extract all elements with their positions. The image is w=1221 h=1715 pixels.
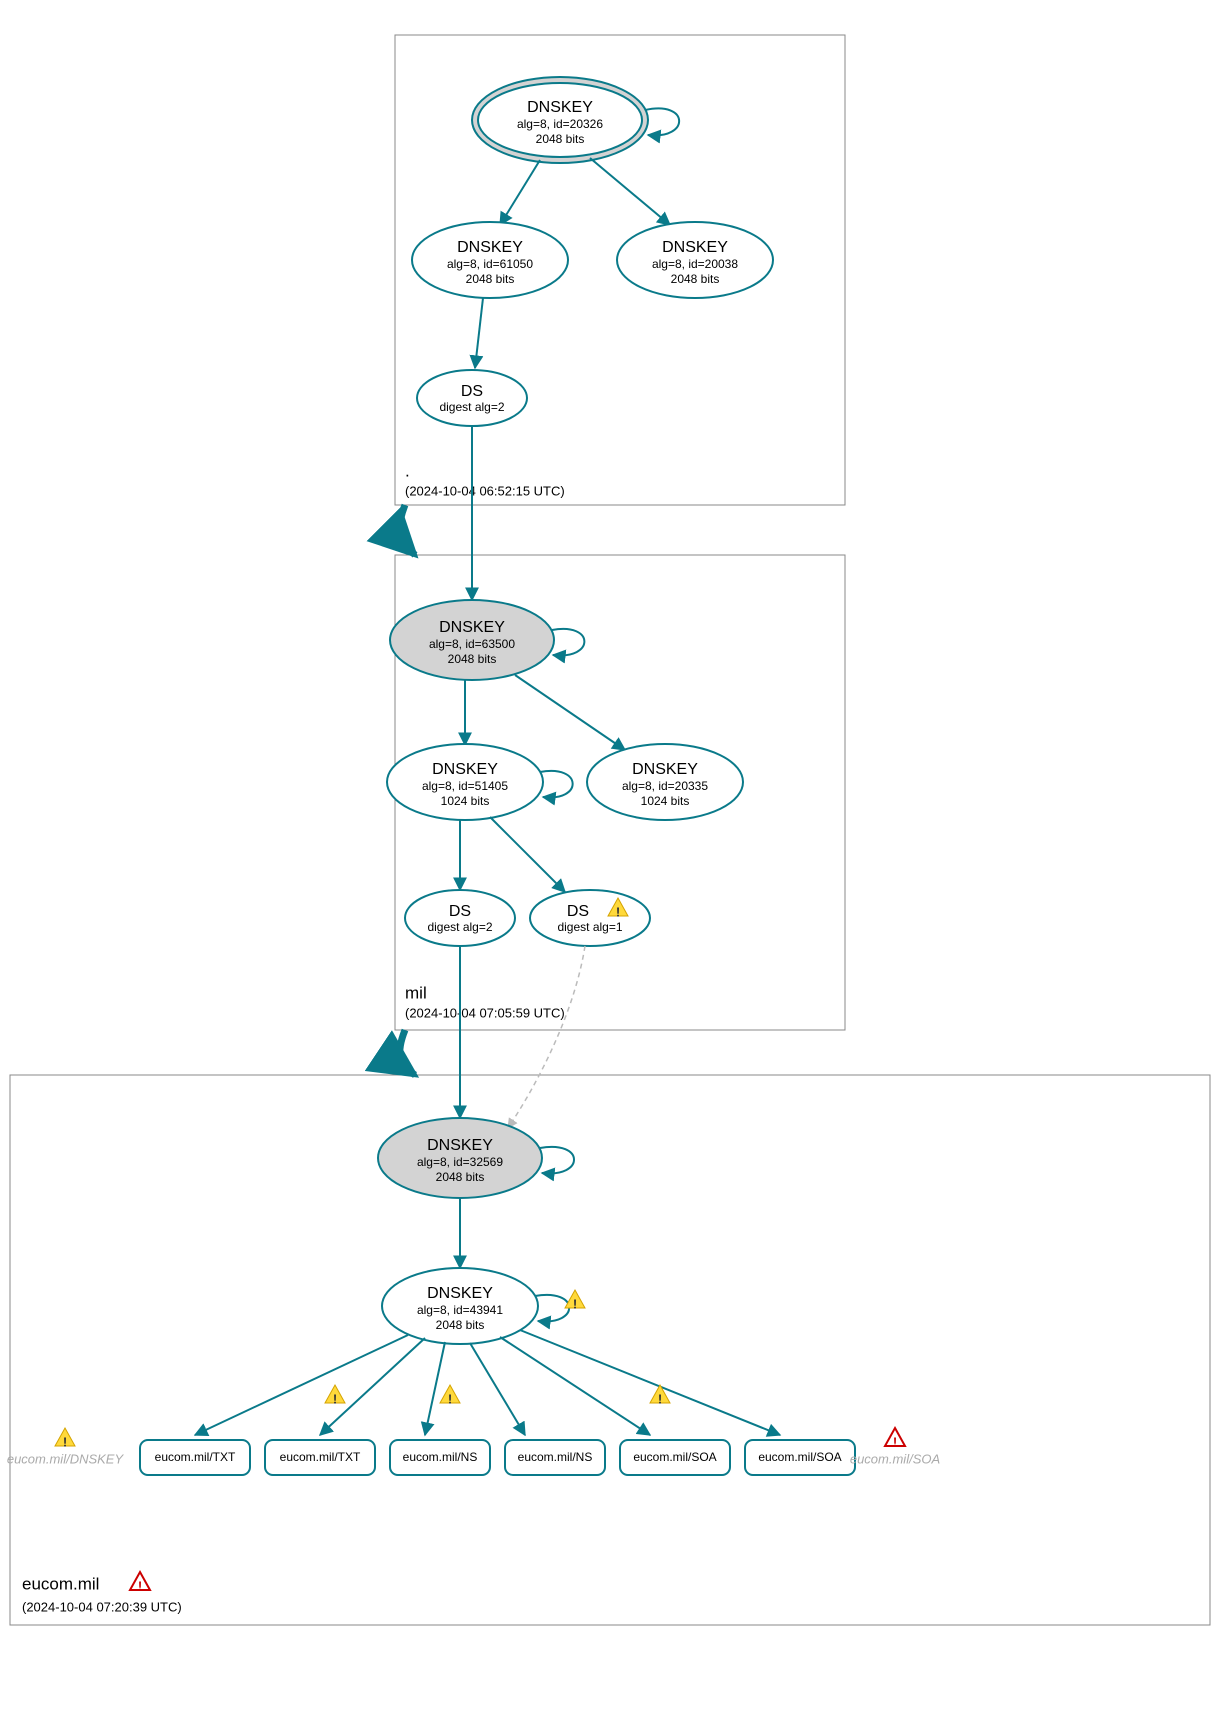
edge bbox=[515, 675, 625, 750]
svg-text:alg=8, id=51405: alg=8, id=51405 bbox=[422, 779, 508, 793]
svg-text:1024 bits: 1024 bits bbox=[641, 794, 690, 808]
warning-icon bbox=[325, 1385, 345, 1406]
svg-text:alg=8, id=20038: alg=8, id=20038 bbox=[652, 257, 738, 271]
node-root-zsk2[interactable]: DNSKEY alg=8, id=20038 2048 bits bbox=[617, 222, 773, 298]
node-mil-ds2[interactable]: DS digest alg=1 bbox=[530, 890, 650, 946]
node-root-ds[interactable]: DS digest alg=2 bbox=[417, 370, 527, 426]
svg-text:DNSKEY: DNSKEY bbox=[439, 619, 505, 636]
edge-eucom-zsk-self bbox=[535, 1295, 569, 1322]
node-rr3[interactable]: eucom.mil/NS bbox=[390, 1440, 490, 1475]
node-rr6[interactable]: eucom.mil/SOA bbox=[745, 1440, 855, 1475]
edge-zone-mil-eucom bbox=[400, 1030, 415, 1075]
node-eucom-zsk[interactable]: DNSKEY alg=8, id=43941 2048 bits bbox=[382, 1268, 538, 1344]
node-mil-ksk[interactable]: DNSKEY alg=8, id=63500 2048 bits bbox=[390, 600, 554, 680]
node-rr2[interactable]: eucom.mil/TXT bbox=[265, 1440, 375, 1475]
ghost-dnskey: eucom.mil/DNSKEY bbox=[7, 1451, 125, 1466]
node-mil-zsk1[interactable]: DNSKEY alg=8, id=51405 1024 bits bbox=[387, 744, 543, 820]
edge bbox=[500, 160, 540, 225]
warning-icon bbox=[565, 1290, 585, 1311]
svg-text:eucom.mil/TXT: eucom.mil/TXT bbox=[280, 1450, 361, 1464]
svg-text:1024 bits: 1024 bits bbox=[441, 794, 490, 808]
svg-text:2048 bits: 2048 bits bbox=[536, 132, 585, 146]
error-icon bbox=[885, 1428, 905, 1449]
svg-text:alg=8, id=20326: alg=8, id=20326 bbox=[517, 117, 603, 131]
zone-root-name: . bbox=[405, 461, 410, 480]
svg-text:DNSKEY: DNSKEY bbox=[457, 239, 523, 256]
svg-text:2048 bits: 2048 bits bbox=[448, 652, 497, 666]
svg-text:DS: DS bbox=[567, 903, 589, 920]
zone-mil-name: mil bbox=[405, 983, 427, 1002]
node-mil-zsk2[interactable]: DNSKEY alg=8, id=20335 1024 bits bbox=[587, 744, 743, 820]
svg-text:DNSKEY: DNSKEY bbox=[432, 761, 498, 778]
edge-mil-zsk1-self bbox=[540, 771, 573, 798]
edge bbox=[590, 158, 670, 225]
node-rr1[interactable]: eucom.mil/TXT bbox=[140, 1440, 250, 1475]
svg-text:DNSKEY: DNSKEY bbox=[427, 1285, 493, 1302]
ghost-soa: eucom.mil/SOA bbox=[850, 1451, 940, 1466]
edge bbox=[195, 1335, 408, 1435]
svg-text:DNSKEY: DNSKEY bbox=[632, 761, 698, 778]
edge-zone-root-mil bbox=[400, 505, 415, 555]
svg-text:DS: DS bbox=[461, 383, 483, 400]
zone-eucom-ts: (2024-10-04 07:20:39 UTC) bbox=[22, 1599, 182, 1614]
warning-icon bbox=[650, 1385, 670, 1406]
edge bbox=[475, 298, 483, 368]
svg-text:DNSKEY: DNSKEY bbox=[662, 239, 728, 256]
edge bbox=[425, 1342, 445, 1435]
node-eucom-ksk[interactable]: DNSKEY alg=8, id=32569 2048 bits bbox=[378, 1118, 542, 1198]
svg-text:digest alg=1: digest alg=1 bbox=[557, 920, 622, 934]
warning-icon bbox=[55, 1428, 75, 1449]
warning-icon bbox=[440, 1385, 460, 1406]
dnssec-graph: ! ! . (2024-10-04 06:52:15 UTC) mil (202… bbox=[0, 0, 1221, 1715]
zone-root-ts: (2024-10-04 06:52:15 UTC) bbox=[405, 483, 565, 498]
zone-eucom-box bbox=[10, 1075, 1210, 1625]
svg-text:DNSKEY: DNSKEY bbox=[427, 1137, 493, 1154]
svg-text:alg=8, id=63500: alg=8, id=63500 bbox=[429, 637, 515, 651]
edge-dashed bbox=[508, 946, 585, 1128]
zone-mil-ts: (2024-10-04 07:05:59 UTC) bbox=[405, 1005, 565, 1020]
svg-text:DS: DS bbox=[449, 903, 471, 920]
svg-text:2048 bits: 2048 bits bbox=[436, 1318, 485, 1332]
node-root-ksk[interactable]: DNSKEY alg=8, id=20326 2048 bits bbox=[472, 77, 648, 163]
edge bbox=[520, 1330, 780, 1435]
node-root-zsk1[interactable]: DNSKEY alg=8, id=61050 2048 bits bbox=[412, 222, 568, 298]
svg-text:eucom.mil/TXT: eucom.mil/TXT bbox=[155, 1450, 236, 1464]
svg-text:eucom.mil/NS: eucom.mil/NS bbox=[518, 1450, 593, 1464]
svg-text:eucom.mil/NS: eucom.mil/NS bbox=[403, 1450, 478, 1464]
svg-text:alg=8, id=32569: alg=8, id=32569 bbox=[417, 1155, 503, 1169]
svg-text:eucom.mil/SOA: eucom.mil/SOA bbox=[758, 1450, 841, 1464]
svg-text:eucom.mil/SOA: eucom.mil/SOA bbox=[633, 1450, 716, 1464]
svg-text:DNSKEY: DNSKEY bbox=[527, 99, 593, 116]
node-mil-ds1[interactable]: DS digest alg=2 bbox=[405, 890, 515, 946]
svg-text:2048 bits: 2048 bits bbox=[671, 272, 720, 286]
edge-root-ksk-self bbox=[645, 108, 679, 135]
svg-text:2048 bits: 2048 bits bbox=[466, 272, 515, 286]
edge bbox=[490, 817, 565, 892]
svg-text:alg=8, id=20335: alg=8, id=20335 bbox=[622, 779, 708, 793]
svg-text:digest alg=2: digest alg=2 bbox=[427, 920, 492, 934]
svg-text:alg=8, id=43941: alg=8, id=43941 bbox=[417, 1303, 503, 1317]
zone-eucom-name: eucom.mil bbox=[22, 1574, 99, 1593]
edge-eucom-ksk-self bbox=[540, 1147, 574, 1174]
error-icon bbox=[130, 1572, 150, 1593]
node-rr4[interactable]: eucom.mil/NS bbox=[505, 1440, 605, 1475]
node-rr5[interactable]: eucom.mil/SOA bbox=[620, 1440, 730, 1475]
svg-text:digest alg=2: digest alg=2 bbox=[439, 400, 504, 414]
edge bbox=[470, 1343, 525, 1435]
edge-mil-ksk-self bbox=[552, 629, 584, 656]
svg-text:2048 bits: 2048 bits bbox=[436, 1170, 485, 1184]
svg-text:alg=8, id=61050: alg=8, id=61050 bbox=[447, 257, 533, 271]
